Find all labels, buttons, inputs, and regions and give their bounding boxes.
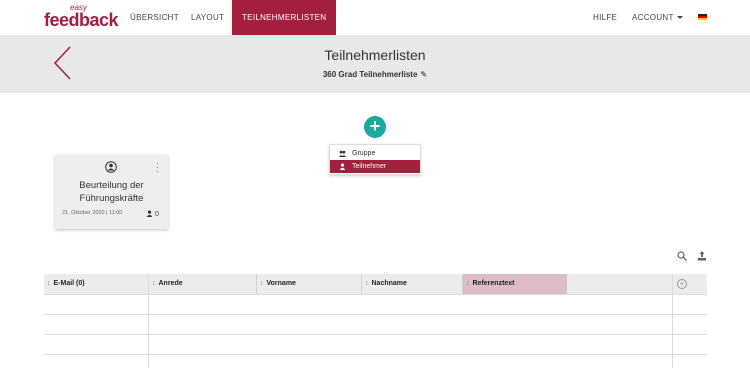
sort-icon: ↕ — [260, 280, 264, 287]
logo[interactable]: easy feedback — [44, 3, 119, 30]
person-icon — [339, 163, 346, 170]
add-column-icon[interactable]: + — [677, 279, 687, 289]
table-row — [44, 294, 707, 295]
table-row — [44, 314, 707, 315]
add-menu-item-teilnehmer[interactable]: Teilnehmer — [330, 160, 420, 173]
sort-icon: ↕ — [152, 280, 156, 287]
column-divider — [256, 274, 257, 294]
page-title: Teilnehmerlisten — [324, 47, 426, 63]
sort-icon: ↕ — [47, 280, 51, 287]
participant-list-icon — [105, 161, 117, 173]
search-icon[interactable] — [677, 251, 687, 261]
add-menu-item-gruppe[interactable]: Gruppe — [330, 147, 420, 160]
column-divider — [361, 274, 362, 294]
card-count-value: 0 — [154, 211, 159, 218]
column-header-nachname[interactable]: ↕ Nachname — [362, 274, 462, 294]
logo-main-text: feedback — [44, 10, 119, 30]
column-header-email[interactable]: ↕ E-Mail (0) — [44, 274, 148, 294]
sort-icon: ↕ — [466, 280, 470, 287]
sort-icon: ↕ — [365, 280, 369, 287]
participant-list-card[interactable]: · · · Beurteilung der Führungskräfte 21. O… — [55, 155, 168, 229]
page-subtitle: 360 Grad Teilnehmerliste ✎ — [0, 70, 750, 79]
card-title: Beurteilung der Führungskräfte — [55, 179, 168, 205]
table-row — [44, 334, 707, 335]
nav-item-uebersicht[interactable]: ÜBERSICHT — [130, 0, 179, 35]
german-flag-icon[interactable] — [698, 14, 707, 20]
account-menu[interactable]: ACCOUNT — [632, 0, 683, 35]
nav-item-teilnehmerlisten[interactable]: TEILNEHMERLISTEN — [232, 0, 337, 35]
page-header: Teilnehmerlisten 360 Grad Teilnehmerlist… — [0, 35, 750, 93]
column-divider — [462, 274, 463, 294]
add-menu-label-gruppe: Gruppe — [352, 150, 376, 157]
column-header-vorname[interactable]: ↕ Vorname — [257, 274, 361, 294]
add-menu-label-teilnehmer: Teilnehmer — [352, 163, 387, 170]
card-title-line2: Führungskräfte — [79, 193, 144, 204]
column-header-anrede[interactable]: ↕ Anrede — [149, 274, 256, 294]
account-label: ACCOUNT — [632, 13, 674, 22]
add-button[interactable]: + — [364, 116, 386, 138]
card-menu-icon[interactable]: · · · — [156, 159, 159, 176]
table-header: ↕ E-Mail (0) ↕ Anrede ↕ Vorname ↕ Nachname ↕… — [44, 274, 707, 294]
top-navigation: easy feedback ÜBERSICHT LAYOUT TEILNEHME… — [0, 0, 750, 35]
pencil-icon[interactable]: ✎ — [420, 70, 427, 79]
export-icon[interactable] — [697, 251, 707, 261]
add-menu: Gruppe Teilnehmer — [329, 144, 421, 175]
caret-down-icon — [676, 16, 683, 20]
column-header-referenztext[interactable]: ↕ Referenztext — [463, 274, 567, 294]
card-participant-count: 0 — [146, 210, 159, 218]
list-name: 360 Grad Teilnehmerliste — [322, 70, 418, 79]
group-icon — [339, 150, 346, 157]
person-icon — [146, 210, 153, 217]
card-date: 21. Oktober 2020 | 11:00 — [62, 210, 123, 216]
table-row — [44, 354, 707, 355]
card-title-line1: Beurteilung der — [79, 180, 144, 191]
nav-item-layout[interactable]: LAYOUT — [191, 0, 224, 35]
participants-table: ↕ E-Mail (0) ↕ Anrede ↕ Vorname ↕ Nachname ↕… — [44, 274, 707, 368]
nav-item-hilfe[interactable]: HILFE — [593, 0, 617, 35]
